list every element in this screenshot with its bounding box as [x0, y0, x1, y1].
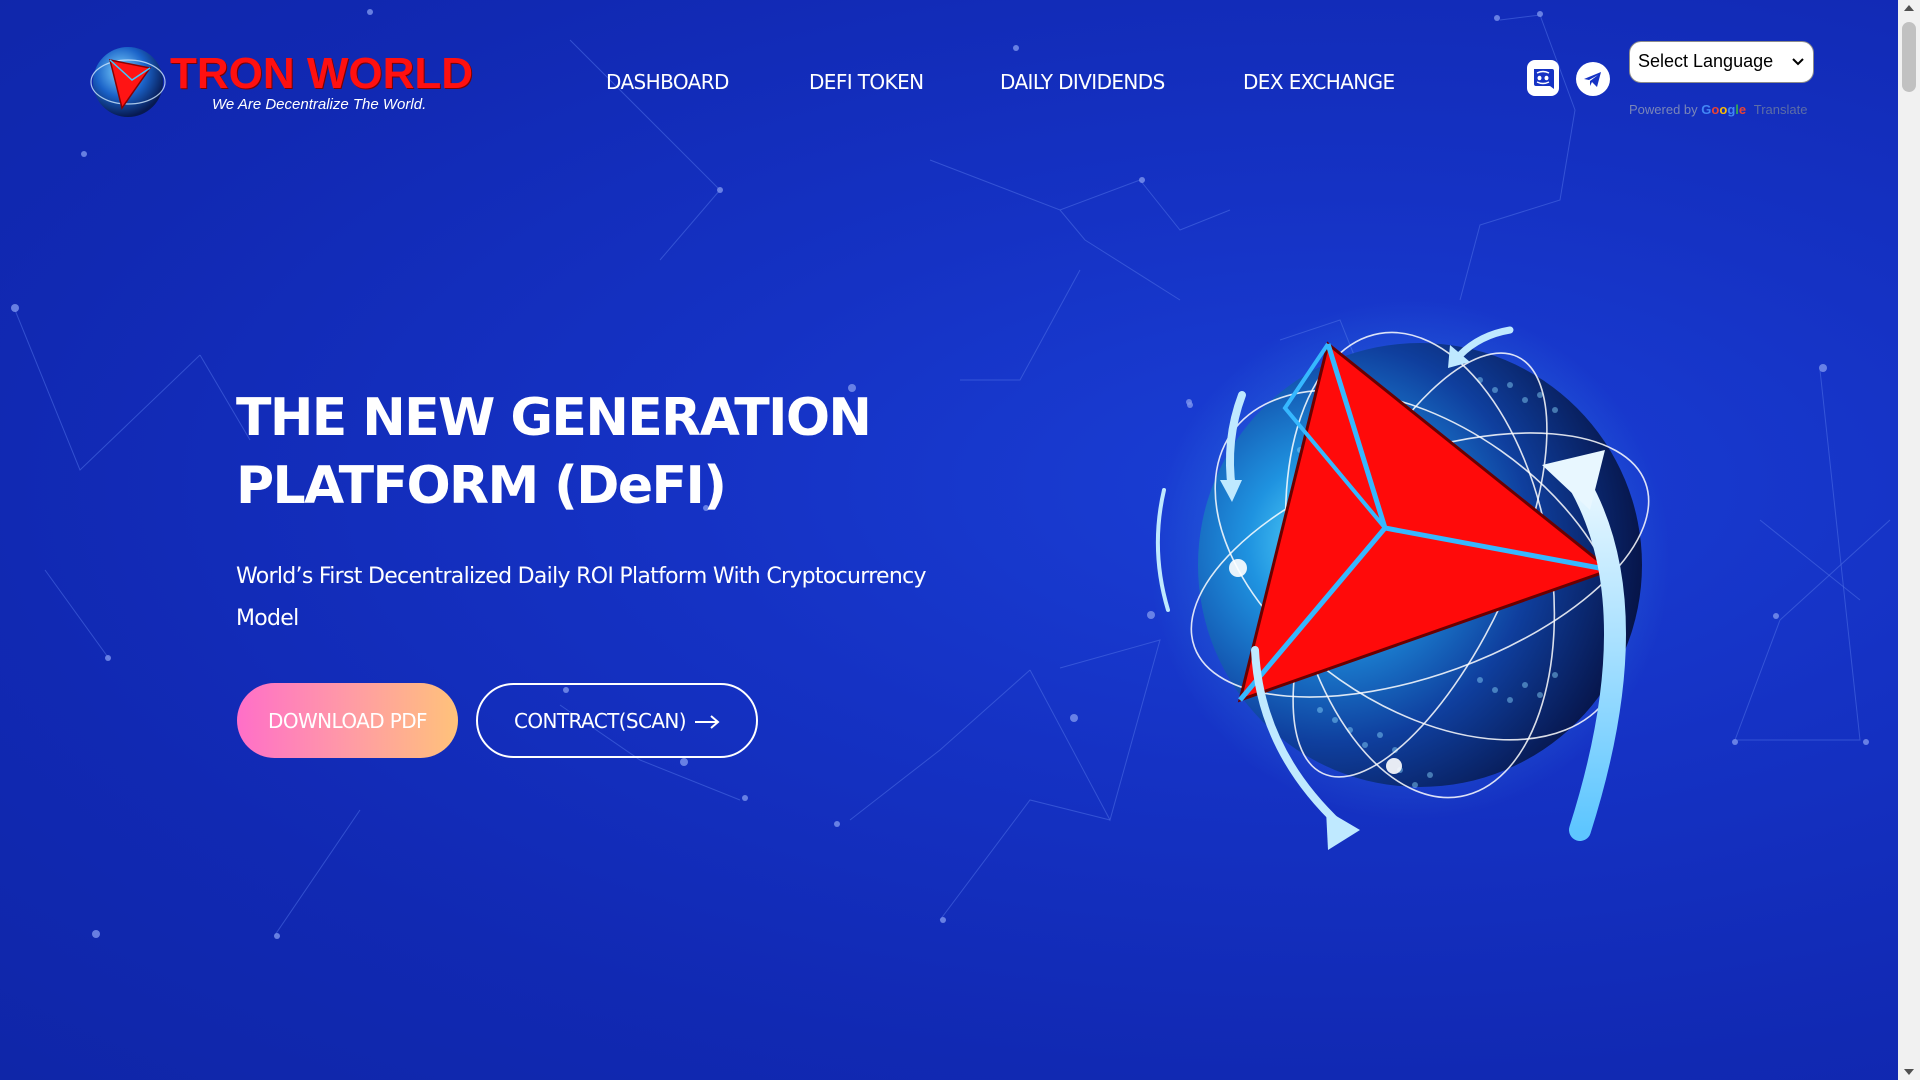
- chevron-down-icon: [1792, 58, 1804, 66]
- logo-globe-icon: [90, 47, 166, 117]
- discord-button[interactable]: [1527, 60, 1559, 96]
- translate-link[interactable]: Translate: [1754, 102, 1808, 117]
- nav-item-dex-exchange[interactable]: DEX EXCHANGE: [1243, 70, 1395, 94]
- contract-scan-button[interactable]: CONTRACT(SCAN): [476, 683, 758, 758]
- google-logo-e: e: [1738, 102, 1747, 117]
- language-select-value: Select Language: [1638, 51, 1774, 71]
- nav-item-daily-dividends[interactable]: DAILY DIVIDENDS: [1000, 70, 1165, 94]
- brand-tagline: We Are Decentralize The World.: [212, 96, 427, 113]
- hero-title: THE NEW GENERATION PLATFORM (DeFI): [236, 384, 996, 520]
- tron-globe-illustration: [1150, 300, 1670, 850]
- page: TRON WORLD We Are Decentralize The World…: [0, 0, 1920, 1080]
- contract-scan-label: CONTRACT(SCAN): [514, 708, 687, 733]
- google-logo-g: G: [1701, 102, 1712, 117]
- powered-by-google: Powered by Google Translate: [1629, 102, 1807, 117]
- hero-title-line-2: PLATFORM (DeFI): [236, 456, 727, 516]
- arrow-right-icon: [695, 715, 720, 729]
- powered-by-label: Powered by: [1629, 102, 1698, 117]
- discord-icon: [1534, 69, 1554, 89]
- nav-item-defi-token[interactable]: DEFI TOKEN: [809, 70, 924, 94]
- hero-title-line-1: THE NEW GENERATION: [236, 388, 872, 448]
- scroll-down-icon[interactable]: [1898, 1063, 1920, 1080]
- nav-item-dashboard[interactable]: DASHBOARD: [606, 70, 729, 94]
- telegram-icon: [1584, 72, 1601, 87]
- telegram-button[interactable]: [1576, 62, 1610, 96]
- scrollbar-thumb[interactable]: [1902, 22, 1916, 92]
- scroll-up-icon[interactable]: [1898, 0, 1920, 17]
- brand-name: TRON WORLD: [170, 49, 474, 98]
- language-select[interactable]: Select Language: [1629, 41, 1814, 83]
- download-pdf-button[interactable]: DOWNLOAD PDF: [237, 683, 458, 758]
- hero-subtitle: World’s First Decentralized Daily ROI Pl…: [236, 564, 927, 631]
- google-logo: Google: [1701, 102, 1746, 117]
- site-logo[interactable]: TRON WORLD We Are Decentralize The World…: [88, 42, 473, 124]
- download-pdf-label: DOWNLOAD PDF: [268, 708, 428, 733]
- page-scrollbar[interactable]: [1898, 0, 1920, 1080]
